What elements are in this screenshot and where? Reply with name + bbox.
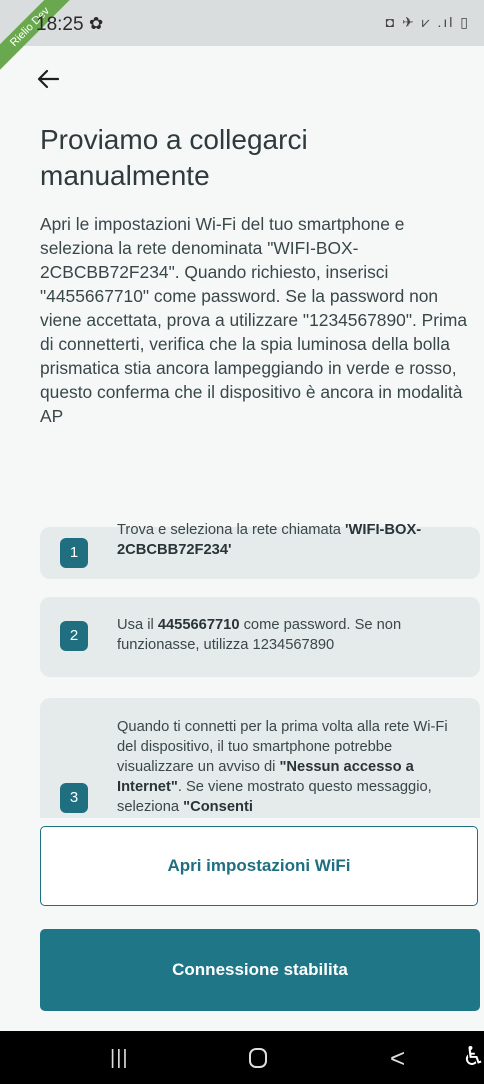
step-card-3: 3 Quando ti connetti per la prima volta … <box>40 698 480 818</box>
step-text-part: Trova e seleziona la rete chiamata <box>117 522 346 538</box>
step-text: Usa il 4455667710 come password. Se non … <box>117 615 462 655</box>
android-nav-bar: ||| < ♿ <box>0 1031 484 1084</box>
step-number-badge: 2 <box>60 621 88 651</box>
step-password: 4455667710 <box>157 617 240 633</box>
step-allow-text: "Consenti <box>183 799 253 815</box>
recent-apps-icon[interactable]: ||| <box>110 1047 129 1070</box>
open-wifi-settings-button[interactable]: Apri impostazioni WiFi <box>40 826 478 906</box>
step-number-badge: 3 <box>60 783 88 813</box>
connection-established-button[interactable]: Connessione stabilita <box>40 929 480 1011</box>
step-card-2: 2 Usa il 4455667710 come password. Se no… <box>40 597 480 677</box>
step-text: Trova e seleziona la rete chiamata 'WIFI… <box>117 520 462 560</box>
home-icon[interactable] <box>249 1048 267 1068</box>
step-text: Quando ti connetti per la prima volta al… <box>117 717 462 817</box>
step-card-1: 1 Trova e seleziona la rete chiamata 'WI… <box>40 522 480 579</box>
steps-list: 1 Trova e seleziona la rete chiamata 'WI… <box>0 0 484 818</box>
nav-back-icon[interactable]: < <box>390 1043 405 1074</box>
step-number-badge: 1 <box>60 538 88 568</box>
accessibility-icon[interactable]: ♿ <box>462 1041 484 1072</box>
step-text-part: Usa il <box>117 617 158 633</box>
